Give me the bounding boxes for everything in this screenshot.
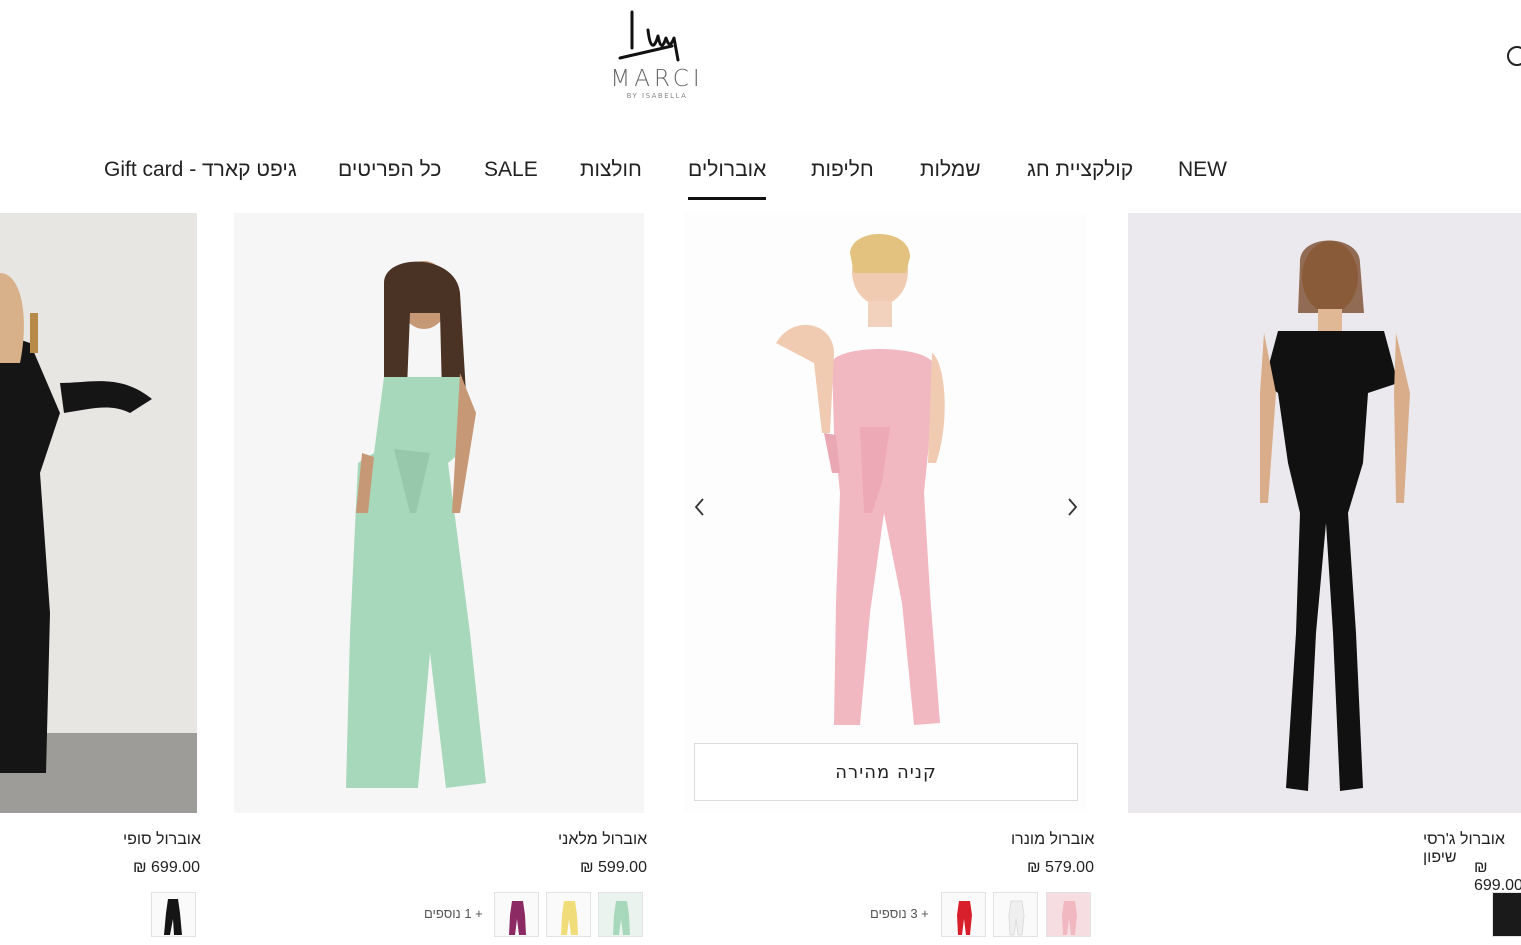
nav-item-holiday-collection[interactable]: קולקציית חג xyxy=(1027,158,1133,182)
logo-wordmark: MARCI xyxy=(610,66,704,92)
chevron-right-icon[interactable] xyxy=(1060,495,1084,519)
product-price: ₪ 699.00 xyxy=(1474,859,1521,894)
product-image[interactable] xyxy=(234,213,644,813)
more-colors-label[interactable]: + 1 נוספים xyxy=(424,906,483,921)
search-icon[interactable] xyxy=(1505,44,1521,68)
nav-item-sale[interactable]: SALE xyxy=(484,158,538,182)
chevron-left-icon[interactable] xyxy=(688,495,712,519)
color-swatch-pink[interactable] xyxy=(1046,892,1091,937)
nav-item-suits[interactable]: חליפות xyxy=(811,158,874,182)
nav-item-gift-card[interactable]: גיפט קארד - Gift card xyxy=(104,158,297,182)
color-swatch-plum[interactable] xyxy=(494,892,539,937)
nav-item-shirts[interactable]: חולצות xyxy=(580,158,642,182)
site-header: MARCI BY ISABELLA xyxy=(0,0,1521,130)
nav-item-jumpsuits[interactable]: אוברולים xyxy=(688,158,767,200)
nav-item-all-items[interactable]: כל הפריטים xyxy=(338,158,441,182)
signature-mark-icon xyxy=(618,10,680,62)
main-navigation: NEW קולקציית חג שמלות חליפות אוברולים חו… xyxy=(0,150,1521,214)
color-swatch-yellow[interactable] xyxy=(546,892,591,937)
nav-item-new[interactable]: NEW xyxy=(1178,158,1227,182)
nav-item-dresses[interactable]: שמלות xyxy=(920,158,981,182)
color-swatch-mint[interactable] xyxy=(598,892,643,937)
product-price: ₪ 699.00 xyxy=(133,859,200,876)
product-image[interactable] xyxy=(0,213,197,813)
product-price: ₪ 579.00 xyxy=(1027,859,1094,876)
product-name[interactable]: אוברול סופי xyxy=(123,831,201,849)
product-price: ₪ 599.00 xyxy=(580,859,647,876)
product-name[interactable]: אוברול מלאני xyxy=(558,831,647,849)
color-swatch-red[interactable] xyxy=(941,892,986,937)
quick-buy-button[interactable]: קניה מהירה xyxy=(694,743,1078,801)
brand-logo[interactable]: MARCI BY ISABELLA xyxy=(597,8,717,108)
product-image[interactable] xyxy=(684,213,1087,813)
product-image[interactable] xyxy=(1128,213,1521,813)
logo-tagline: BY ISABELLA xyxy=(626,92,688,100)
color-swatch-black[interactable] xyxy=(151,892,196,937)
product-name[interactable]: אוברול מונרו xyxy=(1011,831,1094,849)
color-swatch-white[interactable] xyxy=(993,892,1038,937)
color-swatch-black[interactable] xyxy=(1492,892,1521,937)
more-colors-label[interactable]: + 3 נוספים xyxy=(870,906,929,921)
